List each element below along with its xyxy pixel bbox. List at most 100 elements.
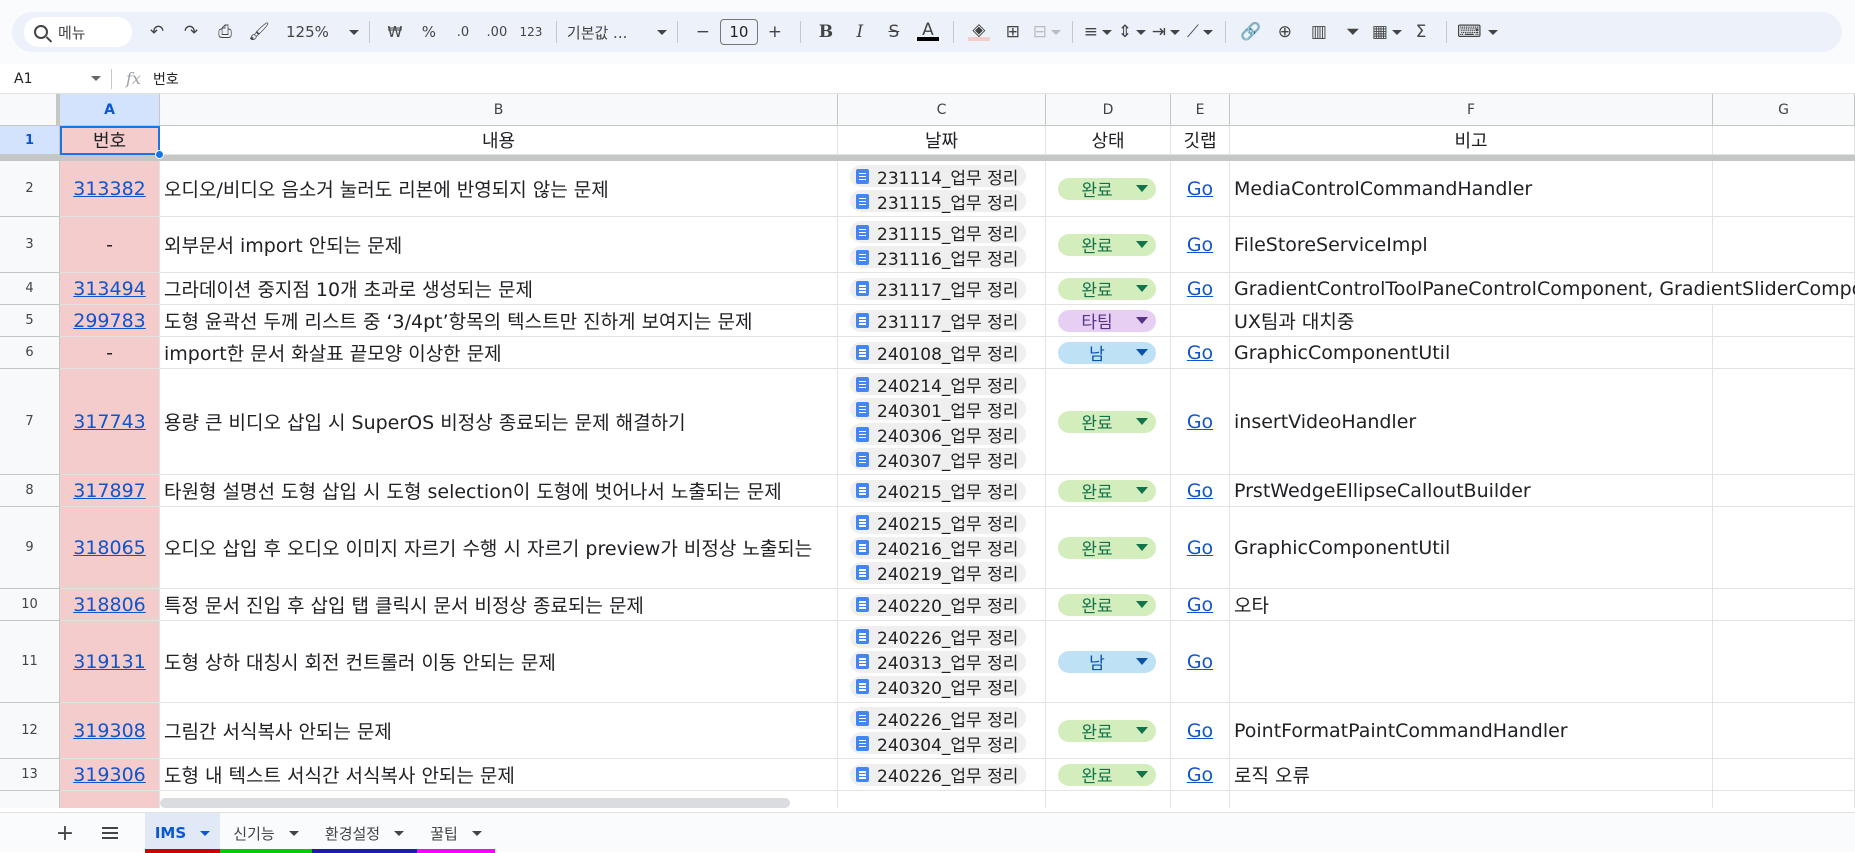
doc-smart-chip[interactable]: 240307_업무 정리	[850, 448, 1027, 472]
note-cell[interactable]: GraphicComponentUtil	[1230, 337, 1713, 369]
doc-smart-chip[interactable]: 240226_업무 정리	[850, 707, 1027, 731]
add-sheet-button[interactable]: +	[50, 821, 80, 846]
doc-smart-chip[interactable]: 240220_업무 정리	[850, 593, 1027, 617]
sheet-tab[interactable]: IMS	[145, 813, 220, 853]
gitlab-link[interactable]: Go	[1187, 342, 1213, 364]
empty-cell[interactable]	[1713, 161, 1855, 217]
note-cell[interactable]: PrstWedgeEllipseCalloutBuilder	[1230, 475, 1713, 507]
chevron-down-icon[interactable]	[471, 830, 482, 836]
gitlab-cell[interactable]: Go	[1171, 589, 1230, 621]
issue-id-cell[interactable]: 313382	[60, 161, 160, 217]
status-cell[interactable]: 완료	[1046, 589, 1171, 621]
gitlab-cell[interactable]: Go	[1171, 475, 1230, 507]
column-header-b[interactable]: B	[160, 94, 838, 126]
content-cell[interactable]: 도형 내 텍스트 서식간 서식복사 안되는 문제	[160, 759, 838, 791]
gitlab-link[interactable]: Go	[1187, 411, 1213, 433]
status-cell[interactable]: 남	[1046, 337, 1171, 369]
increase-decimal-button[interactable]: .00	[482, 17, 512, 47]
doc-smart-chip[interactable]: 240226_업무 정리	[850, 763, 1027, 787]
header-cell-c[interactable]: 날짜	[838, 126, 1046, 155]
gitlab-cell[interactable]: Go	[1171, 369, 1230, 475]
sheet-tab[interactable]: 환경설정	[312, 813, 417, 853]
note-cell[interactable]: GradientControlToolPaneControlComponent,…	[1230, 273, 1855, 305]
row-header[interactable]: 2	[0, 161, 60, 217]
gitlab-cell[interactable]: Go	[1171, 217, 1230, 273]
borders-icon[interactable]: ⊞	[998, 17, 1028, 47]
content-cell[interactable]: 오디오 삽입 후 오디오 이미지 자르기 수행 시 자르기 preview가 비…	[160, 507, 838, 589]
status-cell[interactable]: 완료	[1046, 507, 1171, 589]
gitlab-cell[interactable]: Go	[1171, 337, 1230, 369]
doc-smart-chip[interactable]: 231115_업무 정리	[850, 221, 1027, 245]
chevron-down-icon[interactable]	[200, 830, 211, 836]
column-header-d[interactable]: D	[1046, 94, 1171, 126]
horizontal-align-icon[interactable]: ≡	[1083, 17, 1113, 47]
font-size-decrease-button[interactable]: −	[688, 17, 718, 47]
header-cell-g[interactable]	[1713, 126, 1855, 155]
row-header[interactable]	[0, 791, 60, 808]
header-cell-e[interactable]: 깃랩	[1171, 126, 1230, 155]
status-cell[interactable]: 타팀	[1046, 305, 1171, 337]
row-header[interactable]: 5	[0, 305, 60, 337]
gitlab-link[interactable]: Go	[1187, 278, 1213, 300]
doc-smart-chip[interactable]: 240214_업무 정리	[850, 373, 1027, 397]
filter-icon[interactable]: ⏷	[1338, 17, 1368, 47]
row-header[interactable]: 1	[0, 126, 60, 155]
content-cell[interactable]: 오디오/비디오 음소거 눌러도 리본에 반영되지 않는 문제	[160, 161, 838, 217]
date-cell[interactable]: 231114_업무 정리 231115_업무 정리	[838, 161, 1046, 217]
status-cell[interactable]: 완료	[1046, 703, 1171, 759]
insert-comment-icon[interactable]: ⊕	[1270, 17, 1300, 47]
fill-handle[interactable]	[155, 150, 164, 159]
issue-id-cell[interactable]: 313494	[60, 273, 160, 305]
doc-smart-chip[interactable]: 240219_업무 정리	[850, 561, 1027, 585]
font-size-increase-button[interactable]: +	[760, 17, 790, 47]
empty-cell[interactable]	[1230, 791, 1713, 808]
status-dropdown-chip[interactable]: 남	[1058, 341, 1156, 365]
header-cell-f[interactable]: 비고	[1230, 126, 1713, 155]
empty-cell[interactable]	[1713, 589, 1855, 621]
gitlab-link[interactable]: Go	[1187, 178, 1213, 200]
date-cell[interactable]: 231115_업무 정리 231116_업무 정리	[838, 217, 1046, 273]
zoom-select[interactable]: 125%	[286, 17, 359, 47]
gitlab-cell[interactable]: Go	[1171, 759, 1230, 791]
empty-cell[interactable]	[1713, 337, 1855, 369]
doc-smart-chip[interactable]: 240226_업무 정리	[850, 625, 1027, 649]
issue-id-link[interactable]: 317743	[73, 411, 146, 433]
content-cell[interactable]: 도형 상하 대칭시 회전 컨트롤러 이동 안되는 문제	[160, 621, 838, 703]
doc-smart-chip[interactable]: 231116_업무 정리	[850, 246, 1027, 270]
gitlab-link[interactable]: Go	[1187, 480, 1213, 502]
column-header-c[interactable]: C	[838, 94, 1046, 126]
status-cell[interactable]: 완료	[1046, 369, 1171, 475]
gitlab-cell[interactable]: Go	[1171, 507, 1230, 589]
filter-views-icon[interactable]: ▦	[1372, 17, 1402, 47]
empty-cell[interactable]	[1713, 369, 1855, 475]
status-cell[interactable]: 완료	[1046, 161, 1171, 217]
horizontal-scrollbar[interactable]	[160, 798, 790, 808]
content-cell[interactable]: import한 문서 화살표 끝모양 이상한 문제	[160, 337, 838, 369]
status-cell[interactable]: 완료	[1046, 273, 1171, 305]
row-header[interactable]: 12	[0, 703, 60, 759]
text-wrap-icon[interactable]: ⇥	[1151, 17, 1181, 47]
empty-cell[interactable]	[1713, 475, 1855, 507]
issue-id-cell[interactable]: 317897	[60, 475, 160, 507]
issue-id-link[interactable]: 319131	[73, 651, 146, 673]
empty-cell[interactable]	[1713, 305, 1855, 337]
all-sheets-button[interactable]	[95, 821, 125, 845]
empty-cell[interactable]	[1713, 759, 1855, 791]
issue-id-cell[interactable]: 319308	[60, 703, 160, 759]
note-cell[interactable]	[1230, 621, 1713, 703]
row-header[interactable]: 6	[0, 337, 60, 369]
content-cell[interactable]: 특정 문서 진입 후 삽입 탭 클릭시 문서 비정상 종료되는 문제	[160, 589, 838, 621]
doc-smart-chip[interactable]: 240108_업무 정리	[850, 341, 1027, 365]
note-cell[interactable]: GraphicComponentUtil	[1230, 507, 1713, 589]
issue-id-link[interactable]: 318065	[73, 537, 146, 559]
status-dropdown-chip[interactable]: 완료	[1058, 763, 1156, 787]
status-dropdown-chip[interactable]: 완료	[1058, 593, 1156, 617]
date-cell[interactable]: 231117_업무 정리	[838, 273, 1046, 305]
gitlab-link[interactable]: Go	[1187, 764, 1213, 786]
issue-id-cell[interactable]: -	[60, 337, 160, 369]
row-header[interactable]: 8	[0, 475, 60, 507]
gitlab-cell[interactable]: Go	[1171, 273, 1230, 305]
issue-id-link[interactable]: 313382	[73, 178, 146, 200]
issue-id-cell[interactable]: 319306	[60, 759, 160, 791]
date-cell[interactable]: 240226_업무 정리	[838, 759, 1046, 791]
